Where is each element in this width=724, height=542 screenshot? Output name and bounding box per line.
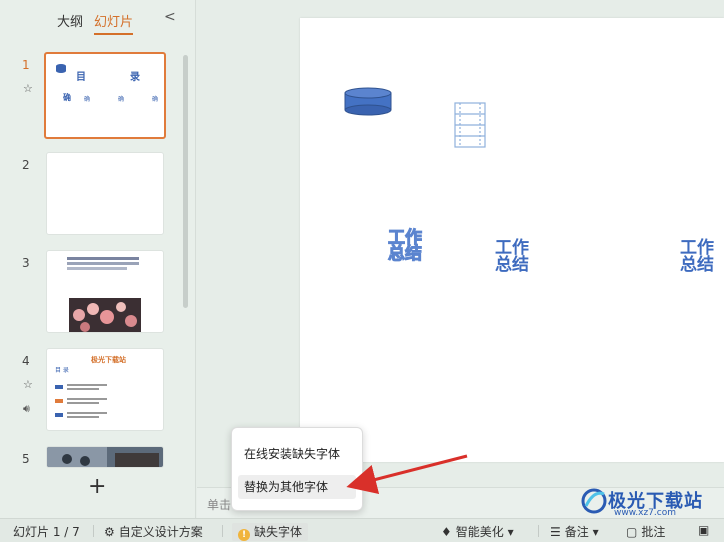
thumb-label: 确 — [63, 93, 71, 102]
custom-design-label: 自定义设计方案 — [118, 525, 203, 539]
smart-beautify-label: 智能美化 — [455, 525, 504, 539]
slide-thumbnail-2[interactable] — [46, 152, 164, 235]
add-slide-button[interactable]: + — [88, 476, 106, 498]
slide-thumbnail-4[interactable]: 极光下载站 目 录 — [46, 348, 164, 431]
collapse-panel-icon[interactable]: < — [164, 9, 176, 25]
thumb-title-left: 目 — [76, 72, 86, 83]
audio-icon[interactable]: 🔊︎ — [23, 402, 30, 416]
slide-number: 1 — [22, 58, 30, 72]
design-icon: ⚙ — [104, 525, 115, 539]
warning-icon: ! — [238, 529, 250, 541]
tab-slides[interactable]: 幻灯片 — [94, 11, 134, 35]
separator — [222, 525, 223, 537]
beautify-icon: ♦ — [441, 525, 452, 539]
tab-outline[interactable]: 大纲 — [57, 11, 83, 30]
thumb-label: 确 — [118, 96, 125, 103]
watermark-url: www.xz7.com — [614, 508, 676, 518]
separator — [538, 525, 539, 537]
slide-number: 3 — [22, 256, 30, 270]
star-icon[interactable]: ☆ — [23, 82, 33, 95]
comments-button[interactable]: ▢ 批注 — [626, 523, 665, 540]
replace-font-item[interactable]: 替换为其他字体 — [238, 475, 356, 499]
notes-label: 备注 — [564, 525, 589, 539]
normal-view-icon[interactable]: ▣ — [698, 523, 709, 537]
watermark-icon — [581, 488, 607, 514]
comment-icon: ▢ — [626, 525, 638, 539]
slide-number: 2 — [22, 158, 30, 172]
slide-counter: 幻灯片 1 / 7 — [13, 525, 80, 539]
notes-button[interactable]: ☰ 备注 ▾ — [550, 523, 599, 540]
thumb-shapes — [55, 384, 107, 418]
thumb-image — [67, 257, 141, 332]
slides-panel: 大纲 幻灯片 < 1 ☆ 目 录 确 确 确 确 2 3 4 ☆ 🔊︎ 极光下载… — [0, 0, 196, 518]
thumb-title-right: 录 — [130, 72, 140, 83]
missing-font-popup: 在线安装缺失字体 替换为其他字体 — [231, 427, 363, 511]
panel-scrollbar[interactable] — [183, 55, 188, 308]
slide-text-title[interactable]: 工作总结 — [495, 240, 535, 274]
status-bar: 幻灯片 1 / 7 ⚙ 自定义设计方案 ! 缺失字体 ♦ 智能美化 ▾ ☰ 备注 ▾ ▢… — [0, 518, 724, 542]
separator — [93, 525, 94, 537]
custom-design-button[interactable]: ⚙ 自定义设计方案 — [104, 523, 203, 540]
comments-label: 批注 — [641, 525, 666, 539]
missing-font-button[interactable]: ! 缺失字体 — [232, 523, 309, 541]
missing-font-label: 缺失字体 — [254, 525, 303, 539]
slide-thumbnail-1[interactable]: 目 录 确 确 确 确 — [44, 52, 166, 139]
slide-text-outline[interactable]: 工作总结 — [388, 229, 428, 263]
watermark-logo: 极光下载站 www.xz7.com — [580, 484, 720, 518]
notes-placeholder: 单击 — [207, 498, 232, 512]
slide-number: 5 — [22, 452, 30, 466]
slide-thumbnail-3[interactable] — [46, 250, 164, 333]
thumb-label: 确 — [84, 96, 91, 103]
slide-canvas[interactable]: 工作总结 工作总结 工作总结 — [300, 18, 724, 462]
install-missing-font-item[interactable]: 在线安装缺失字体 — [238, 442, 356, 466]
slide-number: 4 — [22, 354, 30, 368]
slide-text-title[interactable]: 工作总结 — [680, 240, 720, 274]
slide-thumbnail-5[interactable] — [46, 446, 164, 468]
star-icon[interactable]: ☆ — [23, 378, 33, 391]
notes-icon: ☰ — [550, 525, 561, 539]
thumb-image — [47, 447, 163, 467]
thumb-label: 确 — [152, 96, 159, 103]
smart-beautify-button[interactable]: ♦ 智能美化 ▾ — [441, 523, 514, 540]
panel-tabs: 大纲 幻灯片 < — [0, 8, 196, 35]
